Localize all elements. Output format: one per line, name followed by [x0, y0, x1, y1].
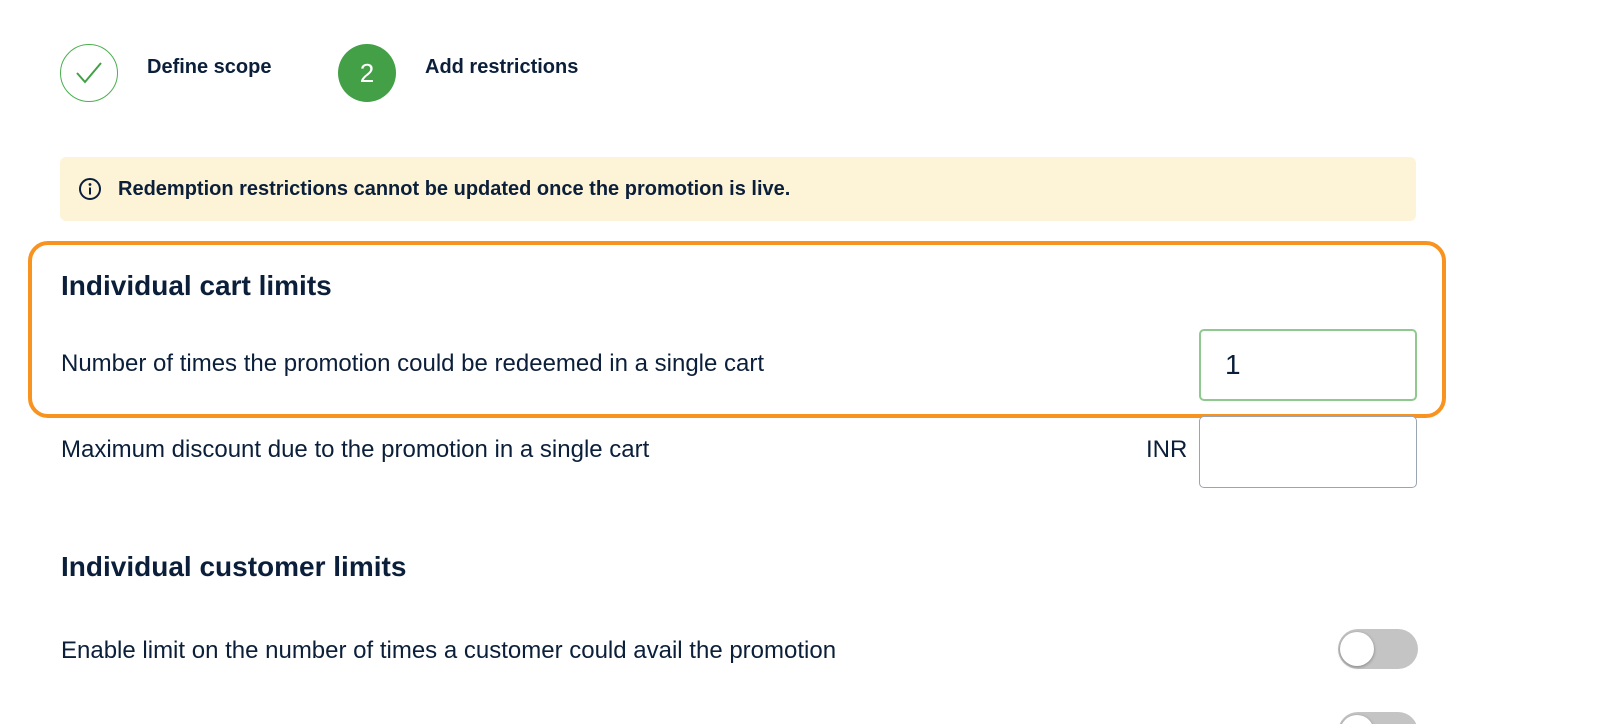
step-number-badge[interactable]: 2 [338, 44, 396, 102]
redemptions-per-cart-input[interactable] [1199, 329, 1417, 401]
customer-limit-toggle[interactable] [1338, 629, 1418, 669]
section-title-customer-limits: Individual customer limits [61, 551, 407, 582]
add-restrictions-page: Define scope 2 Add restrictions Redempti… [0, 0, 1618, 724]
toggle-knob [1340, 632, 1374, 666]
second-limit-toggle[interactable] [1338, 712, 1418, 724]
section-title-cart-limits: Individual cart limits [61, 270, 332, 301]
info-icon [78, 177, 102, 201]
step-completed-indicator[interactable] [60, 44, 118, 102]
toggle-knob [1340, 715, 1374, 724]
max-discount-input[interactable] [1199, 416, 1417, 488]
checkmark-icon [74, 60, 104, 86]
step-label-define-scope[interactable]: Define scope [147, 56, 271, 79]
currency-label: INR [1146, 436, 1188, 463]
max-discount-label: Maximum discount due to the promotion in… [61, 436, 650, 463]
step-label-add-restrictions[interactable]: Add restrictions [425, 56, 578, 79]
info-banner: Redemption restrictions cannot be update… [60, 157, 1416, 221]
info-banner-text: Redemption restrictions cannot be update… [118, 177, 791, 200]
customer-limit-toggle-label: Enable limit on the number of times a cu… [61, 637, 837, 664]
redemptions-per-cart-label: Number of times the promotion could be r… [61, 350, 765, 377]
